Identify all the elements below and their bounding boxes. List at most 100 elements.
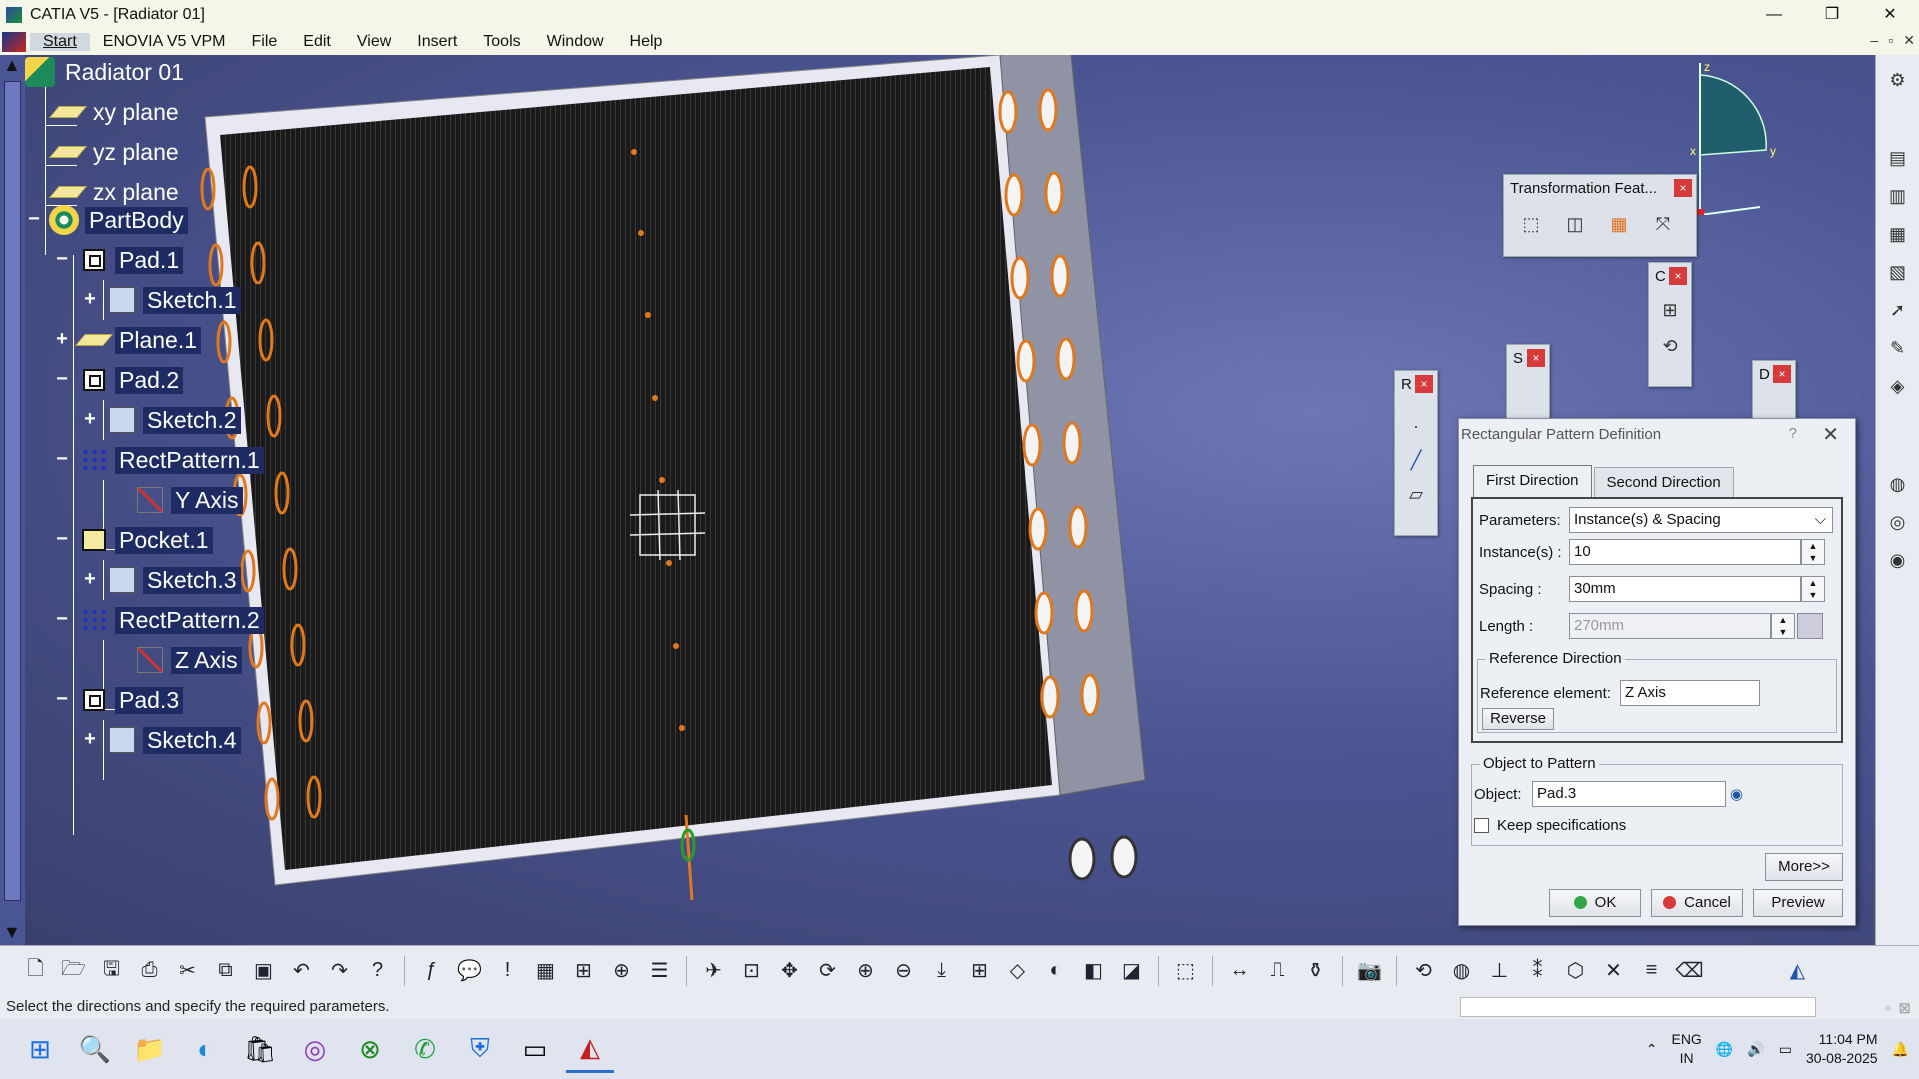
parameters-select[interactable]: Instance(s) & Spacing ⌵ — [1569, 507, 1833, 533]
close-toolbar-icon[interactable]: × — [1415, 375, 1433, 393]
fly-mode-icon[interactable]: ✈ — [698, 955, 729, 986]
copy-icon[interactable]: ⧉ — [210, 955, 241, 986]
network-icon[interactable]: 🌐 — [1716, 1041, 1733, 1058]
collapse-rectpattern2-icon[interactable]: − — [53, 609, 71, 629]
instances-input[interactable]: 10 — [1569, 539, 1801, 565]
tree-node-plane1[interactable]: Plane.1 — [74, 323, 202, 357]
radiator-model[interactable] — [200, 55, 1200, 945]
tree-scrollbar[interactable]: ▲ ▼ — [0, 55, 25, 945]
line-icon[interactable]: ╱ — [1401, 445, 1431, 475]
menu-enovia[interactable]: ENOVIA V5 VPM — [90, 33, 239, 51]
knowledge-icon[interactable]: ǃ — [492, 955, 523, 986]
tree-node-pad2[interactable]: Pad.2 — [79, 363, 184, 397]
whats-this-icon[interactable]: ? — [362, 955, 393, 986]
scroll-up-arrow-icon[interactable]: ▲ — [3, 55, 21, 76]
rotate-icon[interactable]: ⟳ — [812, 955, 843, 986]
defender-icon[interactable]: ⛨ — [456, 1025, 504, 1073]
menu-tools[interactable]: Tools — [470, 33, 533, 51]
expand-plane1-icon[interactable]: + — [53, 329, 71, 349]
fit-all-icon[interactable]: ⊡ — [736, 955, 767, 986]
notification-icon[interactable]: 🔔 — [1892, 1041, 1909, 1058]
measure-item-icon[interactable]: ⎍ — [1262, 955, 1293, 986]
close-toolbar-icon[interactable]: × — [1674, 179, 1692, 197]
menu-view[interactable]: View — [344, 33, 404, 51]
shaft-tool-icon[interactable]: ▧ — [1883, 257, 1913, 287]
tree-node-sketch3[interactable]: Sketch.3 — [107, 563, 241, 597]
tree-node-pocket1[interactable]: Pocket.1 — [79, 523, 213, 557]
tree-node-y-axis[interactable]: Y Axis — [135, 483, 243, 517]
open-file-icon[interactable]: 🗁 — [58, 955, 89, 986]
tree-structure-icon[interactable]: ⊞ — [568, 955, 599, 986]
menu-edit[interactable]: Edit — [290, 33, 344, 51]
measure-inertia-icon[interactable]: ⚱ — [1300, 955, 1331, 986]
plane-tool-icon[interactable]: ▱ — [1401, 479, 1431, 509]
swap-space-icon[interactable]: ◪ — [1116, 955, 1147, 986]
tree-node-rectpattern1[interactable]: RectPattern.1 — [79, 443, 264, 477]
constraint-icon[interactable]: ⊞ — [1655, 295, 1685, 325]
object-field[interactable]: Pad.3 — [1532, 781, 1726, 807]
expand-sketch4-icon[interactable]: + — [81, 729, 99, 749]
ok-button[interactable]: OK — [1549, 889, 1641, 917]
command-input[interactable] — [1460, 997, 1816, 1017]
tree-node-pad3[interactable]: Pad.3 — [79, 683, 184, 717]
select-arrow-icon[interactable]: ➚ — [1883, 295, 1913, 325]
normal-view-icon[interactable]: ⤓ — [926, 955, 957, 986]
capture-camera-icon[interactable]: 📷 — [1354, 955, 1385, 986]
tree-node-rectpattern2[interactable]: RectPattern.2 — [79, 603, 264, 637]
formula-icon[interactable] — [1797, 613, 1823, 639]
preview-button[interactable]: Preview — [1753, 889, 1843, 917]
binary-icon[interactable]: ⁑ — [1522, 955, 1553, 986]
minimize-button[interactable]: — — [1745, 0, 1803, 29]
collapse-pocket1-icon[interactable]: − — [53, 529, 71, 549]
menu-window[interactable]: Window — [534, 33, 617, 51]
xbox-icon[interactable]: ⊗ — [346, 1025, 394, 1073]
menu-insert[interactable]: Insert — [404, 33, 470, 51]
pan-icon[interactable]: ✥ — [774, 955, 805, 986]
menu-help[interactable]: Help — [617, 33, 676, 51]
close-window-button[interactable]: ✕ — [1861, 0, 1919, 29]
hide-show-icon[interactable]: ◧ — [1078, 955, 1109, 986]
redo-icon[interactable]: ↷ — [324, 955, 355, 986]
restore-button[interactable]: ❐ — [1803, 0, 1861, 29]
translation-icon[interactable]: ⬚ — [1516, 209, 1546, 239]
whatsapp-icon[interactable]: ✆ — [401, 1025, 449, 1073]
menu-start[interactable]: Start — [30, 33, 90, 51]
more-button[interactable]: More>> — [1765, 853, 1843, 881]
tab-first-direction[interactable]: First Direction — [1473, 465, 1592, 497]
edge-browser-icon[interactable]: ◐ — [181, 1025, 229, 1073]
collapse-pad2-icon[interactable]: − — [53, 369, 71, 389]
tree-root[interactable]: Radiator 01 — [25, 55, 188, 89]
transformation-features-toolbar[interactable]: Transformation Feat... × ⬚ ◫ ▦ ⤧ — [1503, 174, 1697, 257]
help-icon[interactable]: ? — [1789, 425, 1797, 442]
rectangular-pattern-icon[interactable]: ▦ — [1604, 209, 1634, 239]
windows-start-icon[interactable]: ⊞ — [16, 1025, 64, 1073]
multi-view-icon[interactable]: ⊞ — [964, 955, 995, 986]
paste-icon[interactable]: ▣ — [248, 955, 279, 986]
tree-node-z-axis[interactable]: Z Axis — [135, 643, 242, 677]
instagram-icon[interactable]: ◎ — [291, 1025, 339, 1073]
battery-icon[interactable]: ▭ — [1779, 1041, 1792, 1058]
close-dialog-icon[interactable]: ✕ — [1822, 422, 1839, 447]
scroll-thumb[interactable] — [4, 81, 21, 901]
scaling-icon[interactable]: ⤧ — [1648, 209, 1678, 239]
cut-icon[interactable]: ✂ — [172, 955, 203, 986]
instances-stepper[interactable]: ▲ ▼ — [1801, 539, 1825, 565]
material-icon[interactable]: ◉ — [1883, 545, 1913, 575]
pocket-tool-icon[interactable]: ▦ — [1883, 219, 1913, 249]
pad-tool-icon[interactable]: ▥ — [1883, 181, 1913, 211]
new-file-icon[interactable]: 🗋 — [20, 955, 51, 986]
formula-fx-icon[interactable]: ƒ — [416, 955, 447, 986]
catia-logo-icon[interactable] — [2, 32, 26, 52]
expand-sketch1-icon[interactable]: + — [81, 289, 99, 309]
body-icon[interactable]: ⬡ — [1560, 955, 1591, 986]
store-icon[interactable]: 🛍 — [236, 1025, 284, 1073]
expand-sketch2-icon[interactable]: + — [81, 409, 99, 429]
volume-icon[interactable]: 🔊 — [1747, 1041, 1764, 1058]
c-toolbar[interactable]: C × ⊞ ⟲ — [1648, 262, 1692, 387]
surface-icon[interactable]: ◈ — [1883, 371, 1913, 401]
collapse-rectpattern1-icon[interactable]: − — [53, 449, 71, 469]
d-toolbar[interactable]: D × — [1752, 360, 1796, 420]
search-icon[interactable]: 🔍 — [71, 1025, 119, 1073]
measure-icon[interactable]: ◎ — [1883, 507, 1913, 537]
status-stop-icon[interactable]: ⊠ — [1898, 997, 1911, 1021]
